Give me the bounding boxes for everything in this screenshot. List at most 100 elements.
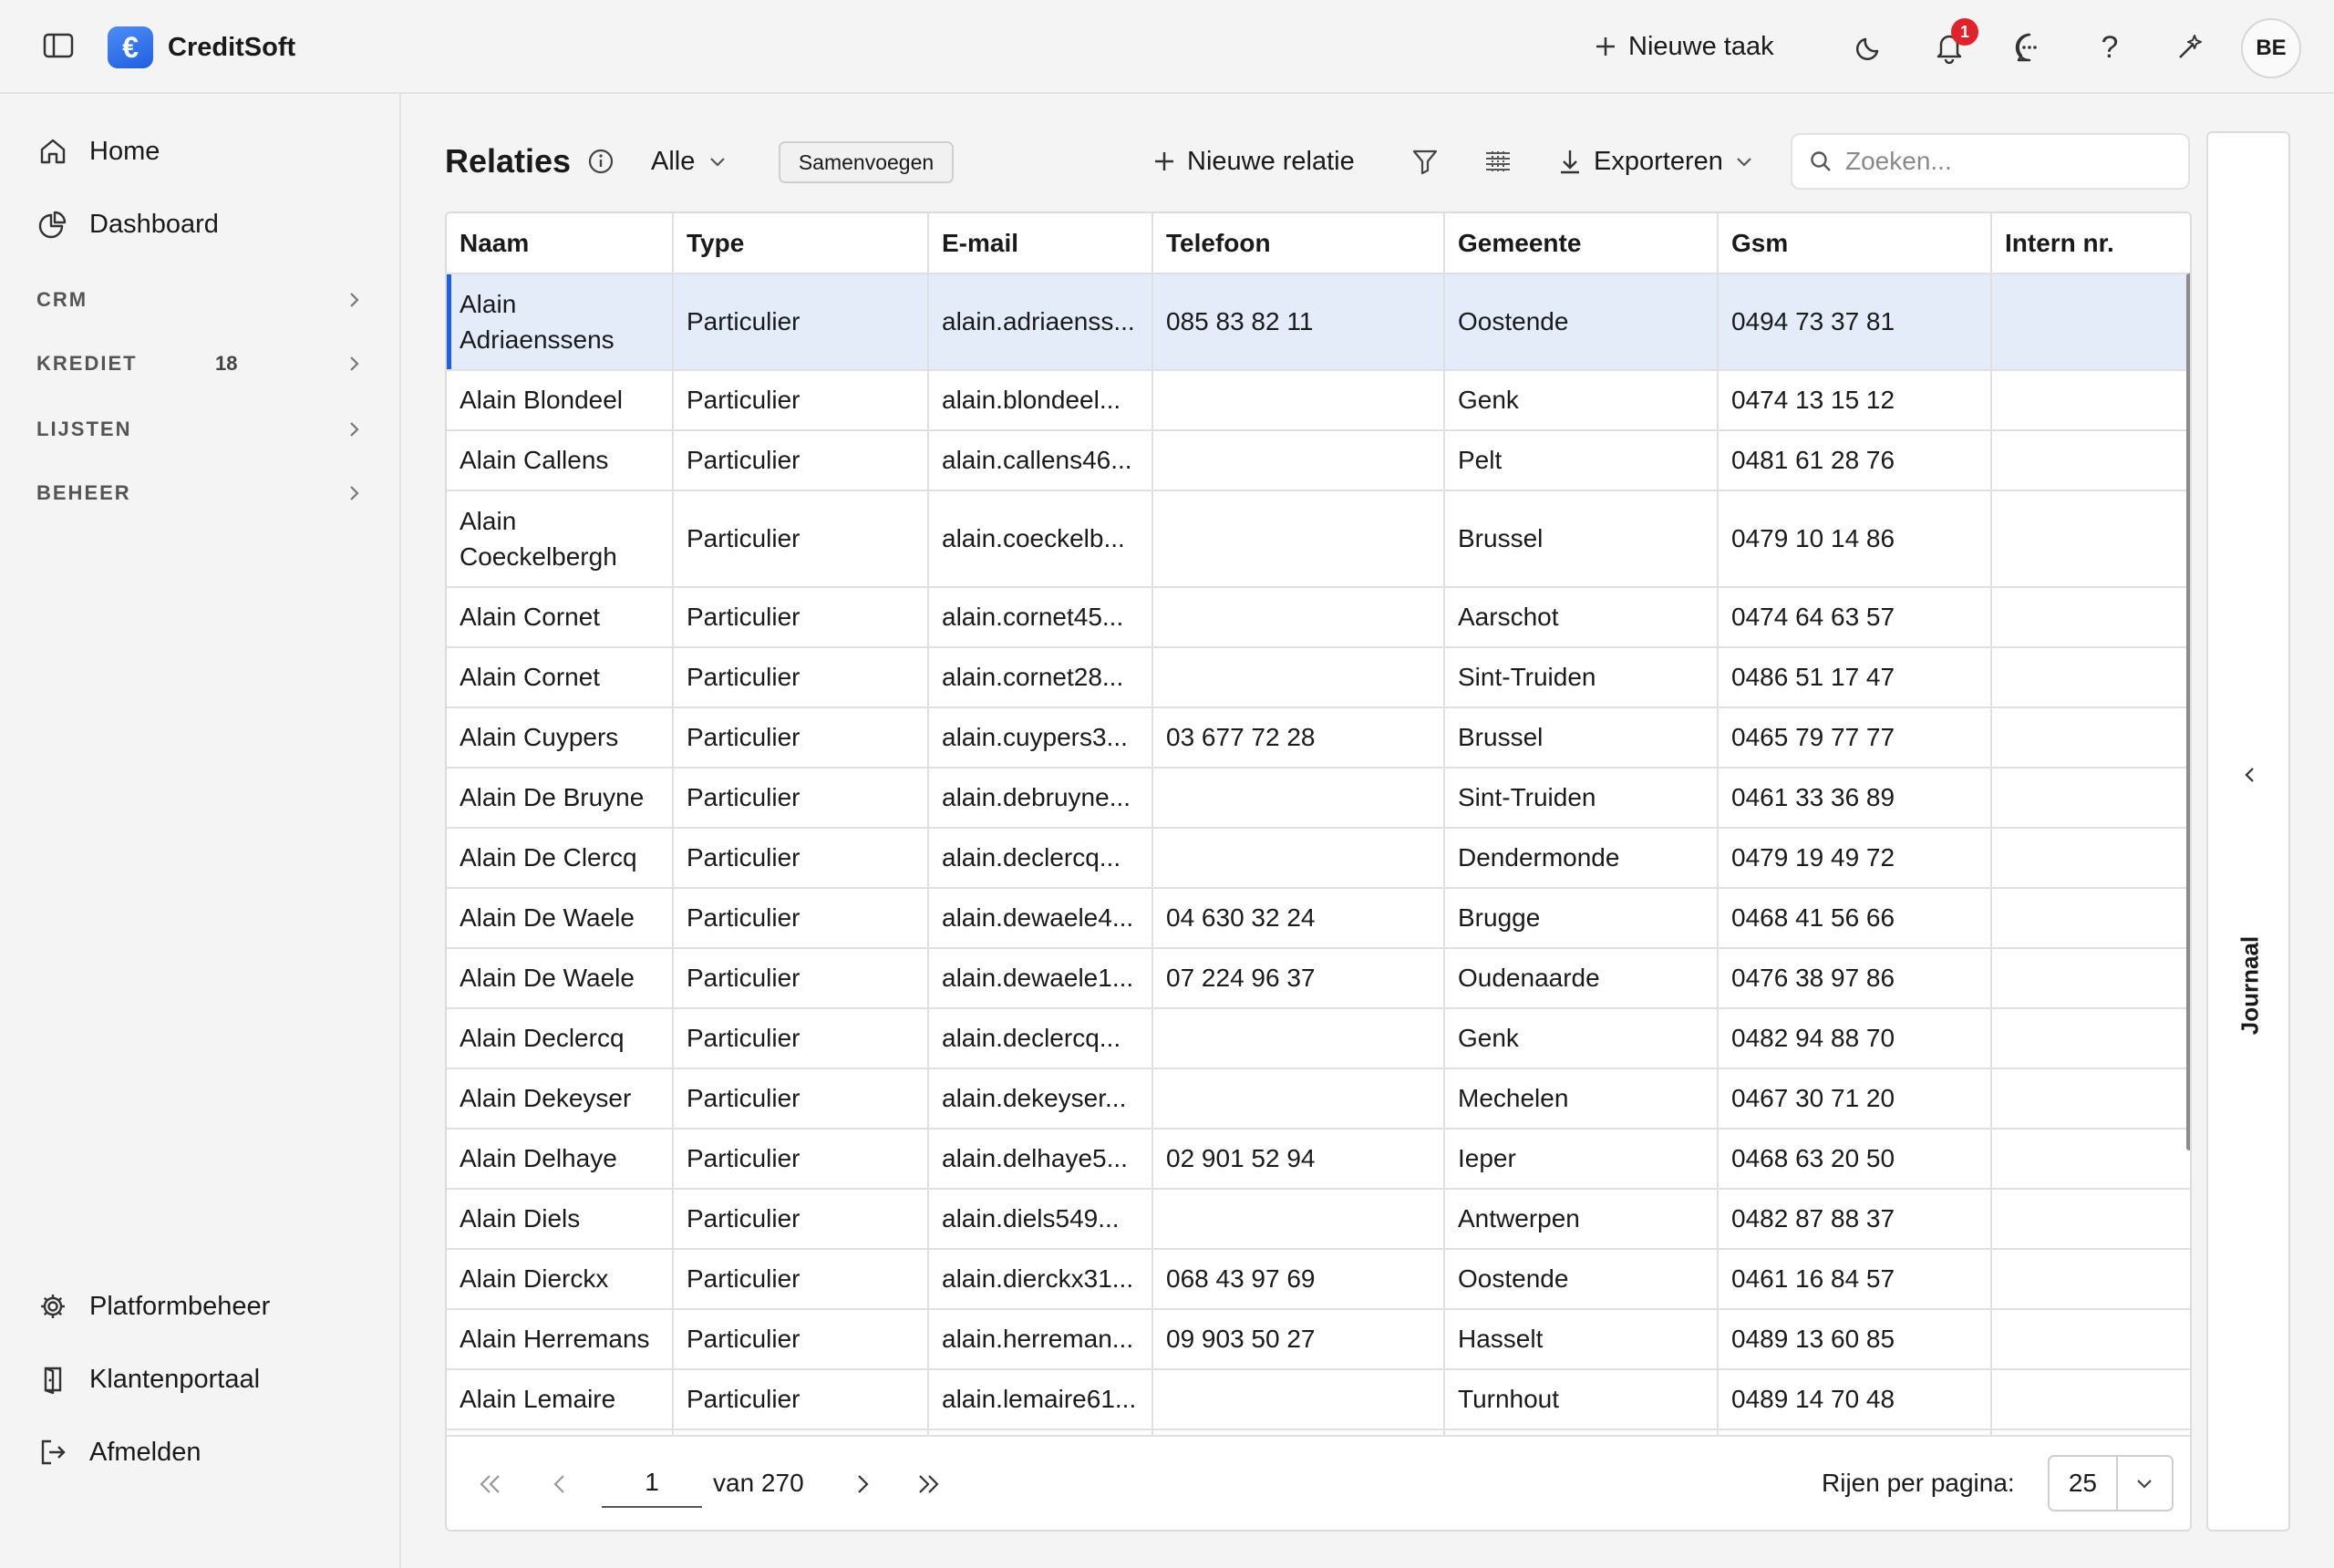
sidebar-section-beheer[interactable]: BEHEER xyxy=(36,475,365,511)
table-row[interactable]: Alain Dekeyser Particulier alain.dekeyse… xyxy=(447,1068,2190,1130)
cell-naam: Alain De Bruyne xyxy=(447,768,674,829)
cell-email: alain.declercq... xyxy=(928,1008,1153,1069)
table-row[interactable]: Alain Cornet Particulier alain.cornet45.… xyxy=(447,587,2190,648)
sidebar-item-label: Dashboard xyxy=(89,209,219,239)
cell-gemeente: Sint-Truiden xyxy=(1444,768,1719,829)
cell-email: alain.coeckelb... xyxy=(928,490,1153,588)
rows-per-page-select[interactable]: 25 xyxy=(2048,1455,2174,1511)
table-row[interactable]: Alain Adriaenssens Particulier alain.adr… xyxy=(447,273,2190,371)
cell-telefoon xyxy=(1152,647,1445,708)
info-icon[interactable] xyxy=(587,148,614,175)
chevron-right-icon xyxy=(343,482,365,510)
table-row[interactable]: Alain Dierckx Particulier alain.dierckx3… xyxy=(447,1249,2190,1310)
cell-intern-nr xyxy=(1991,1369,2190,1430)
cell-gemeente: Brussel xyxy=(1444,490,1719,588)
cell-gemeente: Hasselt xyxy=(1444,1309,1719,1370)
search-box[interactable] xyxy=(1791,133,2190,190)
section-label: BEHEER xyxy=(36,481,131,504)
table-row[interactable]: Alain De Bruyne Particulier alain.debruy… xyxy=(447,768,2190,829)
app-logo: € xyxy=(108,26,153,68)
table-row[interactable]: Alain Coeckelbergh Particulier alain.coe… xyxy=(447,490,2190,588)
table-row[interactable]: Alain Delhaye Particulier alain.delhaye5… xyxy=(447,1129,2190,1190)
new-relation-button[interactable]: Nieuwe relatie xyxy=(1152,140,1355,182)
cell-type: Particulier xyxy=(673,1008,929,1069)
cell-intern-nr xyxy=(1991,490,2190,588)
cell-gemeente: Oostende xyxy=(1444,1249,1719,1310)
first-page-icon[interactable] xyxy=(472,1466,509,1502)
table-row[interactable]: Alain Cornet Particulier alain.cornet28.… xyxy=(447,647,2190,708)
sparkle-wand-icon[interactable] xyxy=(2168,26,2212,69)
search-input[interactable] xyxy=(1845,147,2174,176)
pie-chart-icon xyxy=(36,208,69,241)
pagination: van 270 Rijen per pagina: 25 xyxy=(447,1435,2190,1530)
sidebar-section-crm[interactable]: CRM xyxy=(36,282,365,318)
column-header-telefoon[interactable]: Telefoon xyxy=(1152,213,1445,274)
section-label: KREDIET xyxy=(36,352,138,375)
table-row[interactable]: Alain Herremans Particulier alain.herrem… xyxy=(447,1309,2190,1370)
cell-gemeente: Brugge xyxy=(1444,888,1719,949)
chevron-down-icon[interactable] xyxy=(2115,1457,2172,1510)
table-row[interactable]: Alain Declercq Particulier alain.declerc… xyxy=(447,1008,2190,1069)
cell-telefoon: 02 901 52 94 xyxy=(1152,1129,1445,1190)
cell-type: Particulier xyxy=(673,647,929,708)
sidebar-section-krediet[interactable]: KREDIET 18 xyxy=(36,346,365,382)
cell-intern-nr xyxy=(1991,1189,2190,1250)
table-row[interactable]: Alain De Waele Particulier alain.dewaele… xyxy=(447,888,2190,949)
columns-icon[interactable] xyxy=(1481,144,1515,179)
column-header-intern-nr[interactable]: Intern nr. xyxy=(1991,213,2190,274)
cell-naam: Alain Lemaire xyxy=(447,1369,674,1430)
table-row[interactable]: Alain Callens Particulier alain.callens4… xyxy=(447,430,2190,491)
cell-naam: Alain De Waele xyxy=(447,888,674,949)
column-header-gsm[interactable]: Gsm xyxy=(1718,213,1992,274)
table-row[interactable]: Alain Cuypers Particulier alain.cuypers3… xyxy=(447,707,2190,769)
cell-gsm: 0489 13 60 85 xyxy=(1718,1309,1992,1370)
column-header-email[interactable]: E-mail xyxy=(928,213,1153,274)
cell-type: Particulier xyxy=(673,948,929,1009)
sidebar-item-home[interactable]: Home xyxy=(36,129,160,174)
cell-gemeente: Oostende xyxy=(1444,273,1719,371)
chat-icon[interactable] xyxy=(2008,26,2051,69)
next-page-icon[interactable] xyxy=(844,1466,881,1502)
cell-gsm: 0479 19 49 72 xyxy=(1718,828,1992,889)
sidebar-item-klantenportaal[interactable]: Klantenportaal xyxy=(36,1357,260,1402)
column-header-gemeente[interactable]: Gemeente xyxy=(1444,213,1719,274)
table-scrollbar[interactable] xyxy=(2186,273,2190,1150)
cell-gsm: 0494 73 37 81 xyxy=(1718,273,1992,371)
relations-table: Naam Type E-mail Telefoon Gemeente Gsm I… xyxy=(445,211,2192,1532)
column-header-type[interactable]: Type xyxy=(673,213,929,274)
last-page-icon[interactable] xyxy=(910,1466,946,1502)
page-number-input[interactable] xyxy=(602,1459,702,1508)
table-row[interactable]: Alain De Waele Particulier alain.dewaele… xyxy=(447,948,2190,1009)
chevron-left-icon[interactable] xyxy=(2237,762,2263,788)
table-row[interactable]: Alain Blondeel Particulier alain.blondee… xyxy=(447,370,2190,431)
sidebar-section-lijsten[interactable]: LIJSTEN xyxy=(36,411,365,448)
table-row[interactable]: Alain Lemaire Particulier alain.lemaire6… xyxy=(447,1369,2190,1430)
app-name: CreditSoft xyxy=(168,32,296,62)
filter-icon[interactable] xyxy=(1408,144,1442,179)
export-button[interactable]: Exporteren xyxy=(1557,140,1754,182)
column-header-naam[interactable]: Naam xyxy=(447,213,674,274)
table-row[interactable]: Alain Diels Particulier alain.diels549..… xyxy=(447,1189,2190,1250)
journal-panel[interactable]: Journaal xyxy=(2206,131,2290,1532)
help-icon[interactable]: ? xyxy=(2088,26,2132,69)
cell-intern-nr xyxy=(1991,948,2190,1009)
table-row[interactable]: Alain De Clercq Particulier alain.decler… xyxy=(447,828,2190,889)
avatar[interactable]: BE xyxy=(2241,18,2301,78)
home-icon xyxy=(36,135,69,168)
previous-page-icon[interactable] xyxy=(542,1466,578,1502)
moon-icon[interactable] xyxy=(1847,26,1891,69)
cell-email: alain.dewaele1... xyxy=(928,948,1153,1009)
sidebar-item-dashboard[interactable]: Dashboard xyxy=(36,201,219,247)
cell-email: alain.cuypers3... xyxy=(928,707,1153,769)
cell-gsm: 0468 41 56 66 xyxy=(1718,888,1992,949)
top-bar: € CreditSoft Nieuwe taak 1 ? BE xyxy=(0,0,2334,94)
sidebar-item-afmelden[interactable]: Afmelden xyxy=(36,1429,201,1475)
new-task-button[interactable]: Nieuwe taak xyxy=(1594,26,1774,67)
type-filter-select[interactable]: Alle xyxy=(651,140,728,182)
sidebar-item-label: Home xyxy=(89,136,160,166)
merge-button[interactable]: Samenvoegen xyxy=(779,141,954,183)
cell-naam: Alain Dekeyser xyxy=(447,1068,674,1130)
sidebar-toggle-icon[interactable] xyxy=(40,27,77,64)
sidebar-item-label: Platformbeheer xyxy=(89,1291,271,1321)
sidebar-item-platformbeheer[interactable]: Platformbeheer xyxy=(36,1284,270,1329)
